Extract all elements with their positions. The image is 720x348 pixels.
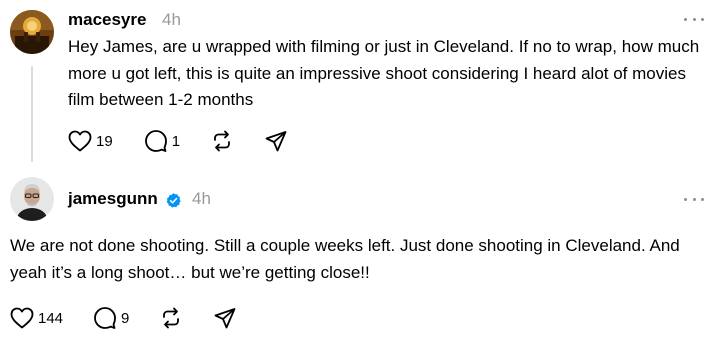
action-bar: 144 9 [10,306,237,330]
heart-icon [68,130,92,152]
repost-button[interactable] [210,129,234,153]
avatar-jamesgunn[interactable] [10,177,54,221]
like-count: 19 [96,132,113,150]
repost-icon [163,307,180,329]
share-icon [265,131,287,152]
like-button[interactable]: 144 [10,307,63,329]
comment-count: 9 [121,309,130,327]
comment-button[interactable]: 1 [144,129,180,153]
comment-icon [94,307,116,329]
reply-post-macesyre: macesyre 4h Hey James, are u wrapped wit… [0,0,720,170]
repost-button[interactable] [159,306,183,330]
thread-line [31,66,33,162]
share-icon [214,308,236,329]
post-text: We are not done shooting. Still a couple… [10,236,685,282]
like-button[interactable]: 19 [68,130,113,152]
like-count: 144 [38,309,64,327]
comment-count: 1 [171,132,181,150]
avatar-macesyre[interactable] [10,10,54,54]
verified-badge-icon [166,193,181,208]
action-bar: 19 1 [68,129,288,153]
comment-button[interactable]: 9 [93,306,129,330]
username[interactable]: jamesgunn [68,189,158,209]
share-button[interactable] [213,306,237,330]
repost-icon [214,130,230,152]
post-text: Hey James, are u wrapped with filming or… [68,37,704,109]
reply-post-jamesgunn: jamesgunn 4h We are not done shooting. S… [0,170,720,348]
more-options-icon[interactable] [684,14,704,24]
username[interactable]: macesyre [68,10,146,30]
comment-icon [144,130,167,152]
timestamp: 4h [192,189,211,208]
heart-icon [10,307,34,329]
timestamp: 4h [162,10,181,29]
more-options-icon[interactable] [684,194,704,204]
share-button[interactable] [264,129,288,153]
